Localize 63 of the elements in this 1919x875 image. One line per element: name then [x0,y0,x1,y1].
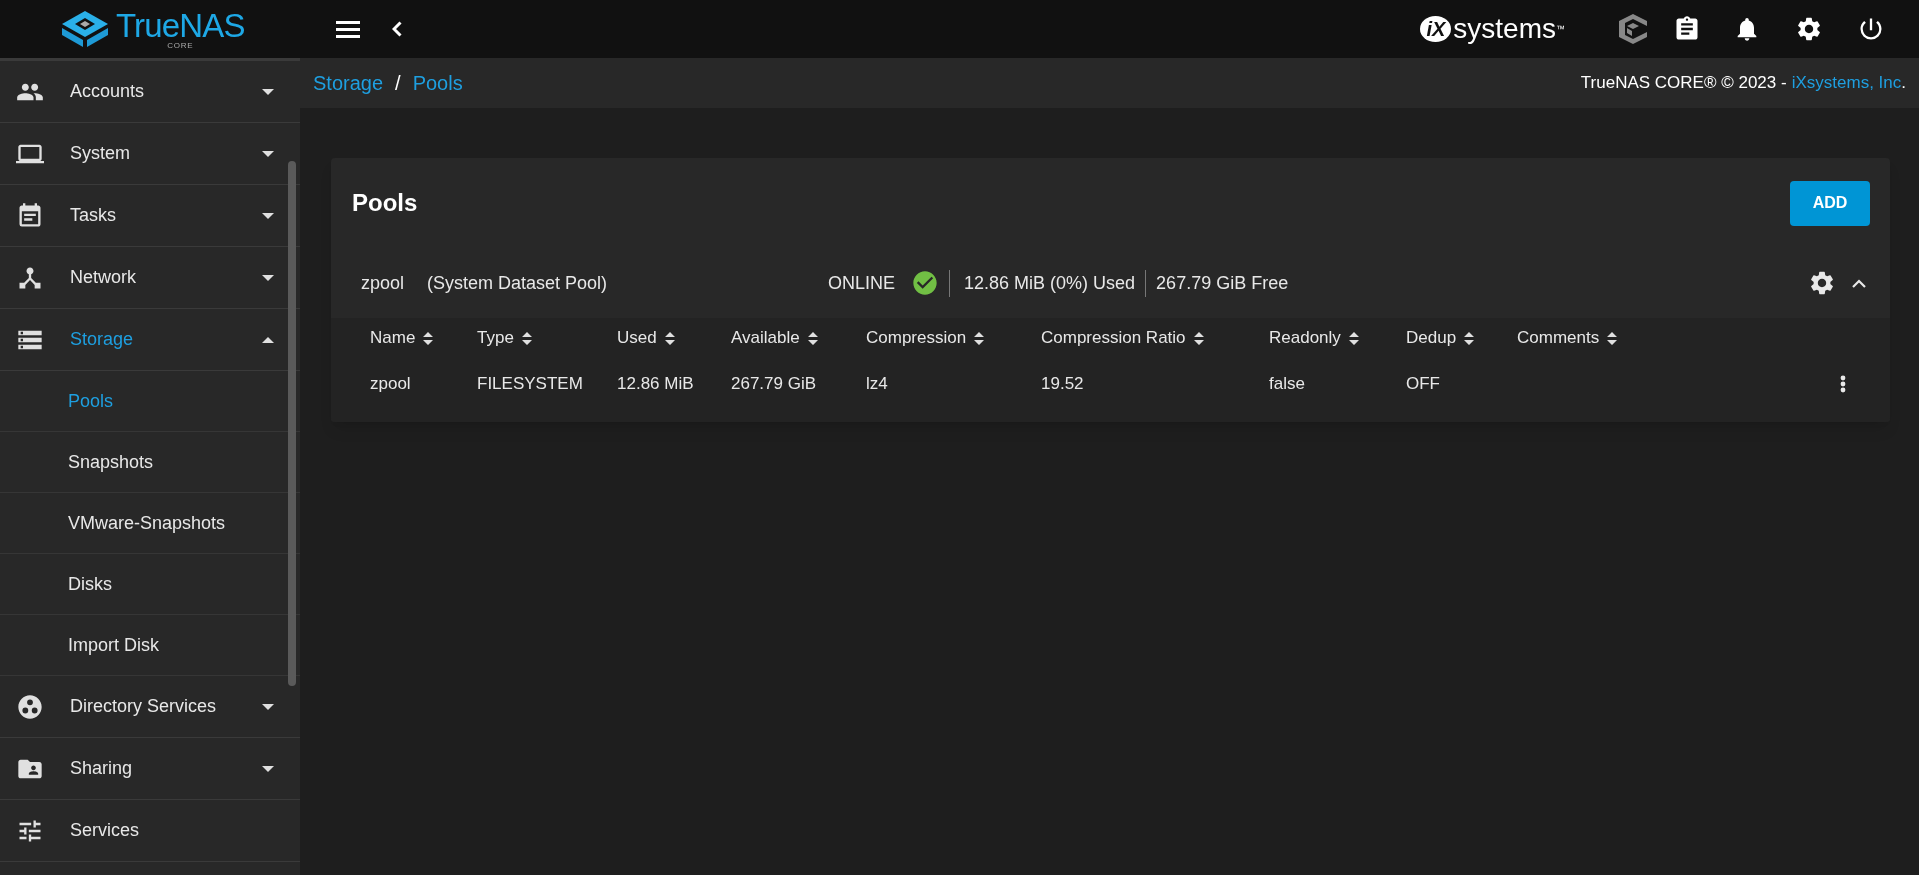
more-vert-icon [1840,375,1846,393]
sidebar-item[interactable]: Services [0,800,300,862]
pool-free: 267.79 GiB Free [1145,269,1289,297]
table-cell: lz4 [866,374,888,394]
pool-used: 12.86 MiB (0%) Used [949,269,1136,297]
column-header[interactable]: Compression Ratio [1041,325,1269,351]
sort-icon [664,331,675,345]
column-header[interactable]: Name [370,325,477,351]
table-cell: FILESYSTEM [477,374,583,394]
caret-icon [262,336,274,343]
caret-icon [262,150,274,157]
pool-settings-button[interactable] [1808,269,1836,297]
column-header[interactable]: Type [477,325,617,351]
vendor-link[interactable]: iXsystems, Inc [1791,70,1902,96]
pool-note: (System Dataset Pool) [427,271,609,295]
sort-icon [1607,331,1618,345]
card-title: Pools [352,188,418,218]
sidebar-item[interactable]: Sharing [0,738,300,800]
caret-icon [262,212,274,219]
column-header[interactable]: Readonly [1269,325,1406,351]
logo-subtext: CORE [167,41,194,50]
scrollbar-thumb[interactable] [288,161,296,686]
pool-status: ONLINE [828,271,896,295]
column-header[interactable]: Used [617,325,731,351]
caret-icon [262,274,274,281]
sort-icon [521,331,532,345]
sort-icon [1464,331,1475,345]
caret-icon [262,703,274,710]
table-cell: false [1269,374,1305,394]
chevron-left-icon [392,21,402,37]
breadcrumb-link[interactable]: Storage [313,68,384,98]
column-header[interactable]: Comments [1517,325,1647,351]
menu-icon [336,20,360,38]
breadcrumb-link[interactable]: Pools [412,68,463,98]
column-header[interactable]: Compression [866,325,1041,351]
chevron-up-icon [1852,278,1866,288]
settings-button[interactable] [1795,15,1823,43]
table-cell: OFF [1406,374,1440,394]
sort-icon [1193,331,1204,345]
column-header[interactable]: Dedup [1406,325,1517,351]
sort-icon [423,331,434,345]
circles-icon [16,692,44,721]
sort-icon [974,331,985,345]
sort-icon [1348,331,1359,345]
caret-icon [262,765,274,772]
logo-text: TrueNAS [116,8,245,42]
sidebar-item[interactable]: Directory Services [0,676,300,738]
column-header[interactable]: Available [731,325,866,351]
vendor-logo: iX systems™ [1420,15,1565,43]
sidebar-item[interactable]: Accounts [0,61,300,123]
table-cell: zpool [370,374,411,394]
collapse-button[interactable] [1852,278,1866,288]
table-cell: 19.52 [1041,374,1084,394]
caret-icon [262,88,274,95]
table-cell: 12.86 MiB [617,374,694,394]
breadcrumb-separator: / [395,71,401,96]
cube-logo-icon [62,11,108,47]
table-cell: 267.79 GiB [731,374,817,394]
sort-icon [807,331,818,345]
pool-name: zpool [361,271,406,295]
copyright-end: . [1901,72,1906,95]
cube-c-icon[interactable] [1619,14,1647,44]
copyright-text: TrueNAS CORE® © 2023 - [1580,72,1787,95]
